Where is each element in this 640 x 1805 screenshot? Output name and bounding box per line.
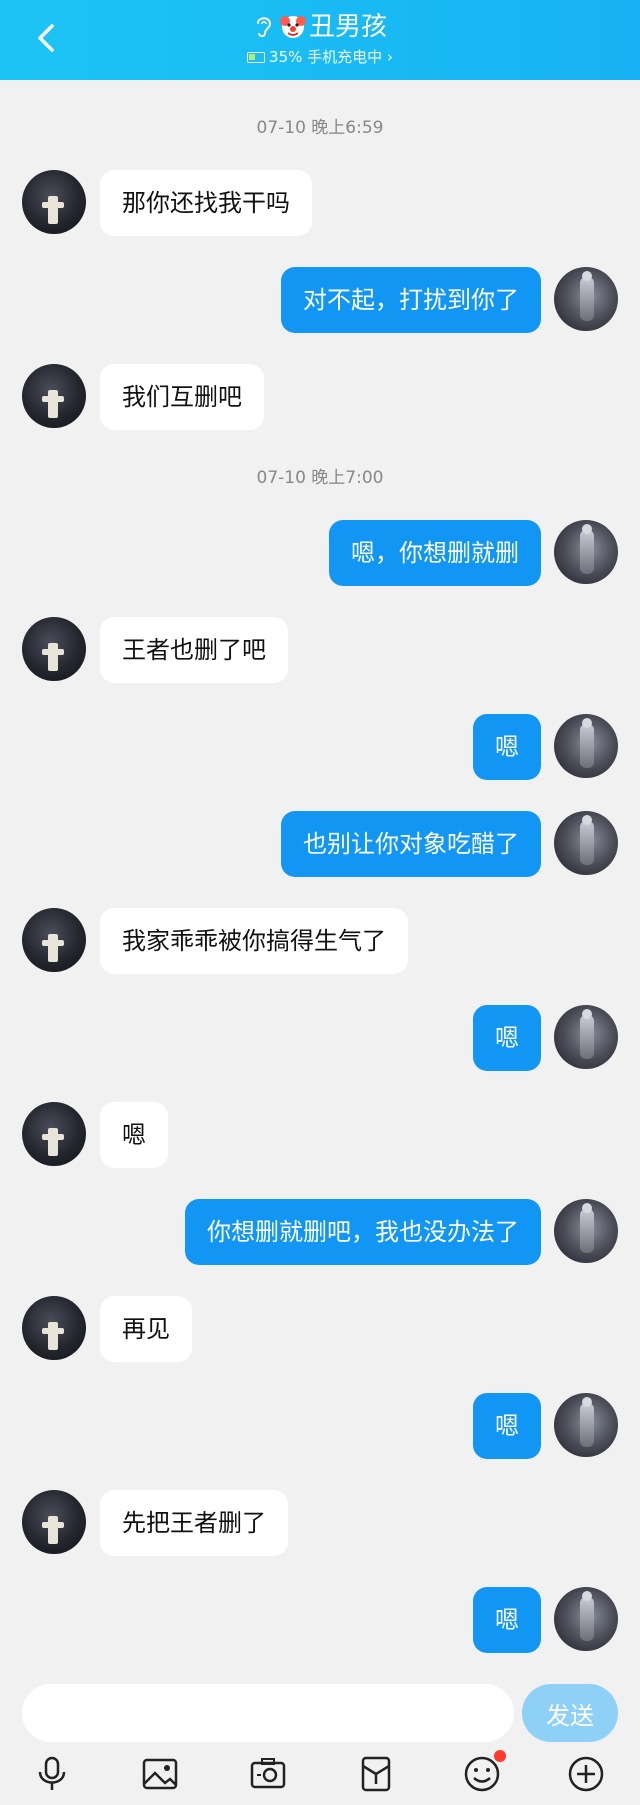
contact-name: 丑男孩 (308, 12, 387, 42)
avatar[interactable] (554, 1199, 618, 1263)
composer: 发送 (0, 1670, 640, 1805)
red-packet-button[interactable] (356, 1754, 396, 1794)
message-row: 再见 (0, 1296, 640, 1362)
camera-icon[interactable] (248, 1754, 288, 1794)
timestamp: 07-10 晚上6:59 (256, 118, 384, 138)
avatar[interactable] (554, 1587, 618, 1651)
message-row: 王者也删了吧 (0, 617, 640, 683)
outgoing-bubble[interactable]: 你想删就删吧，我也没办法了 (185, 1199, 541, 1265)
incoming-bubble[interactable]: 那你还找我干吗 (100, 170, 312, 236)
chevron-right-icon: › (386, 48, 393, 66)
message-row: 嗯 (0, 1102, 640, 1168)
outgoing-bubble[interactable]: 嗯 (473, 1005, 541, 1071)
message-row: 嗯，你想删就删 (0, 520, 640, 586)
microphone-icon[interactable] (32, 1754, 72, 1794)
avatar[interactable] (554, 714, 618, 778)
status-text: 35% 手机充电中 (269, 48, 383, 66)
avatar[interactable] (22, 617, 86, 681)
avatar[interactable] (22, 1296, 86, 1360)
outgoing-bubble[interactable]: 嗯 (473, 714, 541, 780)
avatar[interactable] (22, 1490, 86, 1554)
ear-icon (256, 17, 271, 38)
plus-icon[interactable] (566, 1754, 606, 1794)
message-row: 嗯 (0, 1005, 640, 1071)
chat-header: 丑男孩 35% 手机充电中 › (0, 0, 640, 80)
avatar[interactable] (22, 170, 86, 234)
message-list[interactable]: 07-10 晚上6:59 07-10 晚上7:00 那你还找我干吗 对不起，打扰… (0, 80, 640, 1670)
avatar[interactable] (22, 908, 86, 972)
outgoing-bubble[interactable]: 对不起，打扰到你了 (281, 267, 541, 333)
contact-title[interactable]: 丑男孩 (0, 10, 640, 44)
message-row: 我家乖乖被你搞得生气了 (0, 908, 640, 974)
avatar[interactable] (22, 364, 86, 428)
message-row: 也别让你对象吃醋了 (0, 811, 640, 877)
incoming-bubble[interactable]: 再见 (100, 1296, 192, 1362)
camera-button[interactable] (248, 1754, 288, 1794)
more-button[interactable] (566, 1754, 606, 1794)
message-row: 你想删就删吧，我也没办法了 (0, 1199, 640, 1265)
voice-button[interactable] (32, 1754, 72, 1794)
outgoing-bubble[interactable]: 嗯 (473, 1587, 541, 1653)
battery-icon (247, 52, 266, 63)
outgoing-bubble[interactable]: 嗯，你想删就删 (329, 520, 541, 586)
clown-icon (279, 16, 306, 38)
emoji-button[interactable] (462, 1750, 506, 1794)
outgoing-bubble[interactable]: 也别让你对象吃醋了 (281, 811, 541, 877)
incoming-bubble[interactable]: 我们互删吧 (100, 364, 264, 430)
avatar[interactable] (554, 1393, 618, 1457)
message-row: 嗯 (0, 714, 640, 780)
message-row: 对不起，打扰到你了 (0, 267, 640, 333)
avatar[interactable] (554, 520, 618, 584)
incoming-bubble[interactable]: 嗯 (100, 1102, 168, 1168)
image-icon[interactable] (140, 1754, 180, 1794)
message-row: 先把王者删了 (0, 1490, 640, 1556)
incoming-bubble[interactable]: 王者也删了吧 (100, 617, 288, 683)
incoming-bubble[interactable]: 我家乖乖被你搞得生气了 (100, 908, 408, 974)
image-button[interactable] (140, 1754, 180, 1794)
message-row: 那你还找我干吗 (0, 170, 640, 236)
avatar[interactable] (554, 811, 618, 875)
red-packet-icon[interactable] (356, 1754, 396, 1794)
send-button[interactable]: 发送 (522, 1684, 618, 1742)
avatar[interactable] (22, 1102, 86, 1166)
message-input[interactable] (22, 1684, 514, 1742)
message-row: 嗯 (0, 1587, 640, 1653)
message-row: 我们互删吧 (0, 364, 640, 430)
status-line[interactable]: 35% 手机充电中 › (0, 47, 640, 67)
notification-dot (494, 1750, 506, 1762)
avatar[interactable] (554, 267, 618, 331)
avatar[interactable] (554, 1005, 618, 1069)
timestamp: 07-10 晚上7:00 (256, 468, 384, 488)
incoming-bubble[interactable]: 先把王者删了 (100, 1490, 288, 1556)
outgoing-bubble[interactable]: 嗯 (473, 1393, 541, 1459)
message-row: 嗯 (0, 1393, 640, 1459)
